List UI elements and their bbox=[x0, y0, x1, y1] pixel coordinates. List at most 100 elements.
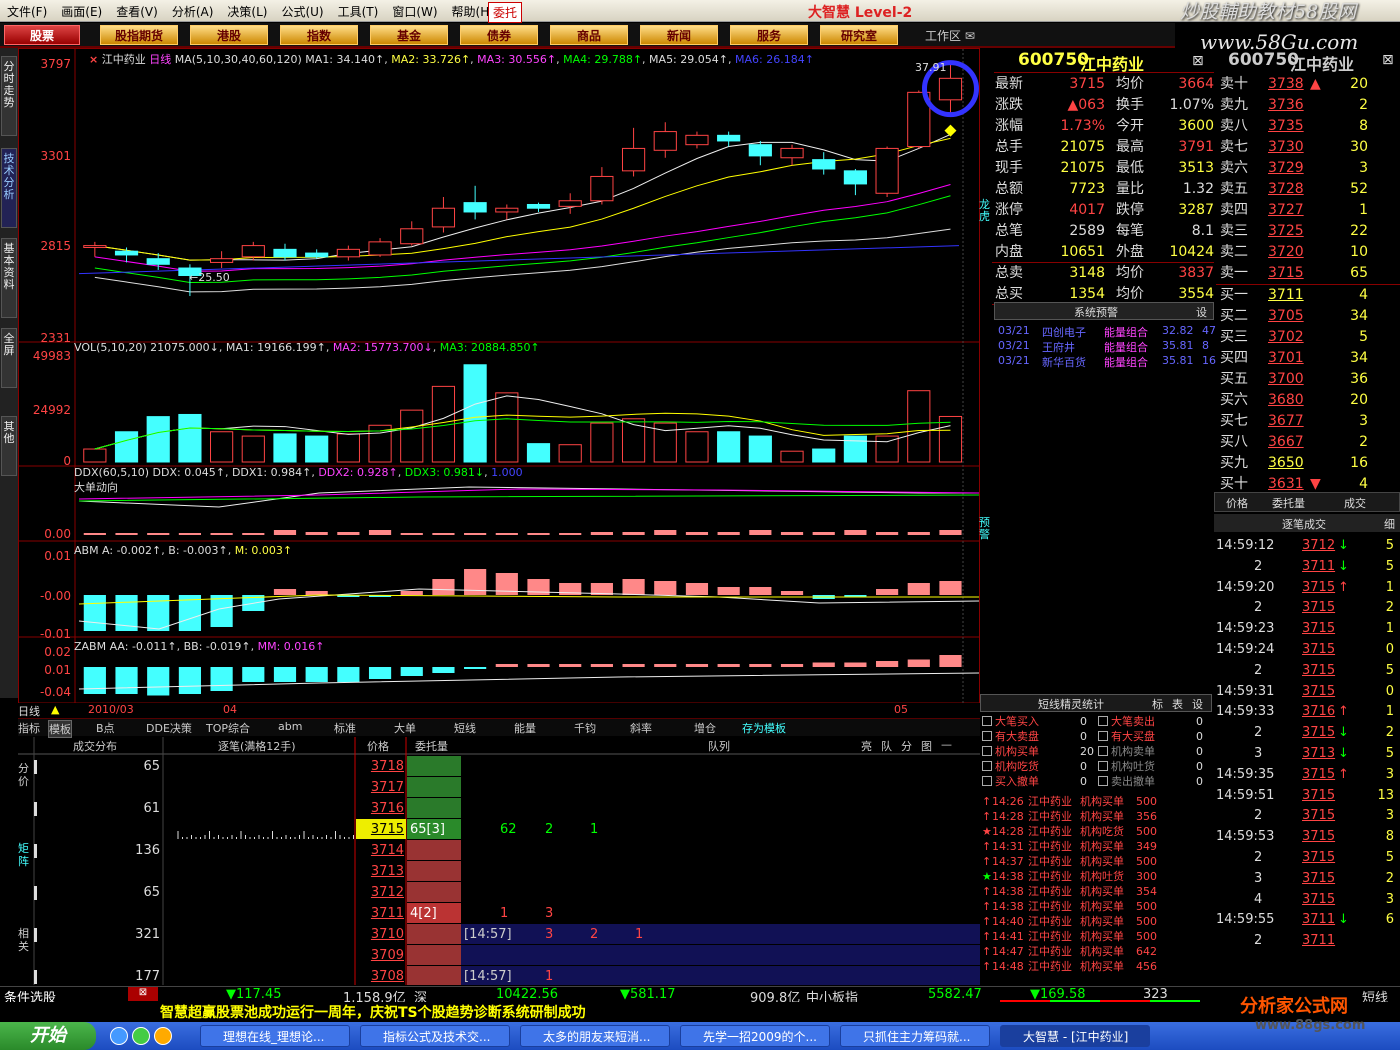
start-button[interactable]: 开始 bbox=[0, 1022, 96, 1050]
sell-row[interactable]: 卖八 3735 8 bbox=[1216, 116, 1400, 137]
candle[interactable] bbox=[495, 207, 519, 213]
candle[interactable] bbox=[305, 252, 329, 258]
ladder-price[interactable]: 3709 bbox=[356, 945, 404, 966]
vtab-3[interactable]: 全屏 bbox=[1, 328, 17, 388]
candle[interactable] bbox=[590, 175, 614, 202]
wizard-filter[interactable]: 卖出撤单 0 bbox=[1096, 774, 1212, 789]
sell-price[interactable]: 3729 bbox=[1268, 158, 1304, 179]
candle[interactable] bbox=[938, 77, 963, 101]
buy-row[interactable]: 买二 3705 34 bbox=[1216, 306, 1400, 327]
indicator-tab-6[interactable]: 标准 bbox=[334, 720, 356, 736]
checkbox[interactable] bbox=[982, 776, 992, 786]
indicator-tab-1[interactable]: 模板 bbox=[48, 720, 72, 738]
toolbar-button-6[interactable]: 商品 bbox=[550, 25, 628, 45]
ladder-row[interactable]: 3711 4[2] 1 3 bbox=[18, 903, 980, 924]
vtab-1[interactable]: 技术分析 bbox=[1, 148, 17, 228]
ladder-row[interactable]: 65 3718 bbox=[18, 756, 980, 777]
sell-row[interactable]: 卖七 3730 30 bbox=[1216, 137, 1400, 158]
orderbook-tab-0[interactable]: 价格 bbox=[1226, 495, 1248, 511]
candle[interactable] bbox=[558, 200, 582, 207]
menu-item[interactable]: 工具(T) bbox=[331, 0, 386, 20]
wizard-filter[interactable]: 机构吐货 0 bbox=[1096, 759, 1212, 774]
candle[interactable] bbox=[83, 245, 107, 248]
ladder-price[interactable]: 3714 bbox=[356, 840, 404, 861]
checkbox[interactable] bbox=[982, 746, 992, 756]
checkbox[interactable] bbox=[1098, 761, 1108, 771]
checkbox[interactable] bbox=[982, 761, 992, 771]
wizard-filter[interactable]: 买入撤单 0 bbox=[980, 774, 1096, 789]
ladder-price[interactable]: 3712 bbox=[356, 882, 404, 903]
wizard-log-row[interactable]: ↑ 14:41 江中药业 机构买单 500 bbox=[980, 929, 1212, 944]
candle[interactable] bbox=[400, 228, 424, 245]
buy-row[interactable]: 买三 3702 5 bbox=[1216, 327, 1400, 348]
sell-row[interactable]: 卖四 3727 1 bbox=[1216, 200, 1400, 221]
buy-price[interactable]: 3677 bbox=[1268, 411, 1304, 432]
menu-item[interactable]: 分析(A) bbox=[165, 0, 221, 20]
status-close-icon[interactable]: ⊠ bbox=[128, 987, 158, 1001]
sell-price[interactable]: 3735 bbox=[1268, 116, 1304, 137]
sell-row[interactable]: 卖二 3720 10 bbox=[1216, 242, 1400, 263]
buy-price[interactable]: 3700 bbox=[1268, 369, 1304, 390]
wizard-log-row[interactable]: ↑ 14:40 江中药业 机构买单 500 bbox=[980, 914, 1212, 929]
taskbar-item-1[interactable]: 指标公式及技术交... bbox=[360, 1025, 510, 1047]
candle[interactable] bbox=[463, 202, 487, 213]
wizard-log-row[interactable]: ↑ 14:28 江中药业 机构买单 356 bbox=[980, 809, 1212, 824]
indicator-tab-0[interactable]: 指标 bbox=[18, 720, 40, 736]
sell-price[interactable]: 3736 bbox=[1268, 95, 1304, 116]
buy-row[interactable]: 买九 3650 16 bbox=[1216, 453, 1400, 474]
indicator-tab-2[interactable]: B点 bbox=[96, 720, 115, 736]
chart-area[interactable]: × 江中药业 日线 MA(5,10,30,40,60,120) MA1: 34.… bbox=[18, 48, 990, 704]
taskbar-item-0[interactable]: 理想在线_理想论... bbox=[200, 1025, 350, 1047]
ladder-price[interactable]: 3708 bbox=[356, 966, 404, 987]
candle[interactable] bbox=[812, 159, 836, 170]
wizard-log-row[interactable]: ↑ 14:37 江中药业 机构买单 500 bbox=[980, 854, 1212, 869]
toolbar-button-7[interactable]: 新闻 bbox=[640, 25, 718, 45]
sell-row[interactable]: 卖五 3728 52 bbox=[1216, 179, 1400, 200]
indicator-tab-4[interactable]: TOP综合 bbox=[206, 720, 250, 736]
sell-price[interactable]: 3727 bbox=[1268, 200, 1304, 221]
menu-item[interactable]: 画面(E) bbox=[54, 0, 109, 20]
wizard-log-row[interactable]: ↑ 14:26 江中药业 机构买单 500 bbox=[980, 794, 1212, 809]
indicator-tab-3[interactable]: DDE决策 bbox=[146, 720, 192, 736]
wizard-filter[interactable]: 有大卖盘 0 bbox=[980, 729, 1096, 744]
ladder-row[interactable]: 3713 bbox=[18, 861, 980, 882]
sell-price[interactable]: 3738 bbox=[1268, 74, 1304, 95]
sell-row[interactable]: 卖三 3725 22 bbox=[1216, 221, 1400, 242]
quicklaunch-icon[interactable] bbox=[110, 1027, 128, 1045]
alert-row[interactable]: 03/21 新华百货 能量组合 35.81 16 bbox=[994, 354, 1216, 369]
menu-item[interactable]: 窗口(W) bbox=[385, 0, 444, 20]
quicklaunch-icon[interactable] bbox=[154, 1027, 172, 1045]
ladder-row[interactable]: 136 3714 bbox=[18, 840, 980, 861]
ladder-row[interactable]: 3715 65[3] 62 2 1 bbox=[18, 819, 980, 840]
candle[interactable] bbox=[114, 250, 139, 256]
candle[interactable] bbox=[685, 134, 709, 146]
sell-price[interactable]: 3725 bbox=[1268, 221, 1304, 242]
wizard-filter[interactable]: 大笔卖出 0 bbox=[1096, 714, 1212, 729]
ladder-tool-0[interactable]: 亮 bbox=[861, 738, 872, 754]
wizard-log-row[interactable]: ↑ 14:48 江中药业 机构买单 456 bbox=[980, 959, 1212, 974]
orderbook-tab-1[interactable]: 委托量 bbox=[1272, 495, 1305, 511]
buy-price[interactable]: 3711 bbox=[1268, 285, 1304, 306]
buy-price[interactable]: 3701 bbox=[1268, 348, 1304, 369]
sell-price[interactable]: 3728 bbox=[1268, 179, 1304, 200]
taskbar-item-2[interactable]: 太多的朋友来短消... bbox=[520, 1025, 670, 1047]
menu-item[interactable]: 查看(V) bbox=[109, 0, 165, 20]
yujing-label[interactable]: 预警 bbox=[979, 517, 993, 541]
buy-row[interactable]: 买七 3677 3 bbox=[1216, 411, 1400, 432]
candle[interactable] bbox=[210, 258, 234, 263]
sell-row[interactable]: 卖九 3736 2 bbox=[1216, 95, 1400, 116]
wizard-filter[interactable]: 机构吃货 0 bbox=[980, 759, 1096, 774]
taskbar-item-3[interactable]: 先学一招2009的个... bbox=[680, 1025, 830, 1047]
checkbox[interactable] bbox=[982, 716, 992, 726]
ladder-tool-2[interactable]: 分 bbox=[901, 738, 912, 754]
indicator-tab-7[interactable]: 大单 bbox=[394, 720, 416, 736]
sell-price[interactable]: 3715 bbox=[1268, 263, 1304, 284]
sell-row[interactable]: 卖十 3738 20 ▲ bbox=[1216, 74, 1400, 95]
ladder-tool-3[interactable]: 图 bbox=[921, 738, 932, 754]
candle[interactable] bbox=[717, 134, 741, 142]
toolbar-button-8[interactable]: 服务 bbox=[730, 25, 808, 45]
ladder-row[interactable]: 61 3716 bbox=[18, 798, 980, 819]
checkbox[interactable] bbox=[1098, 776, 1108, 786]
ladder-tool-4[interactable]: — bbox=[941, 738, 952, 751]
vtab-2[interactable]: 基本资料 bbox=[1, 238, 17, 318]
